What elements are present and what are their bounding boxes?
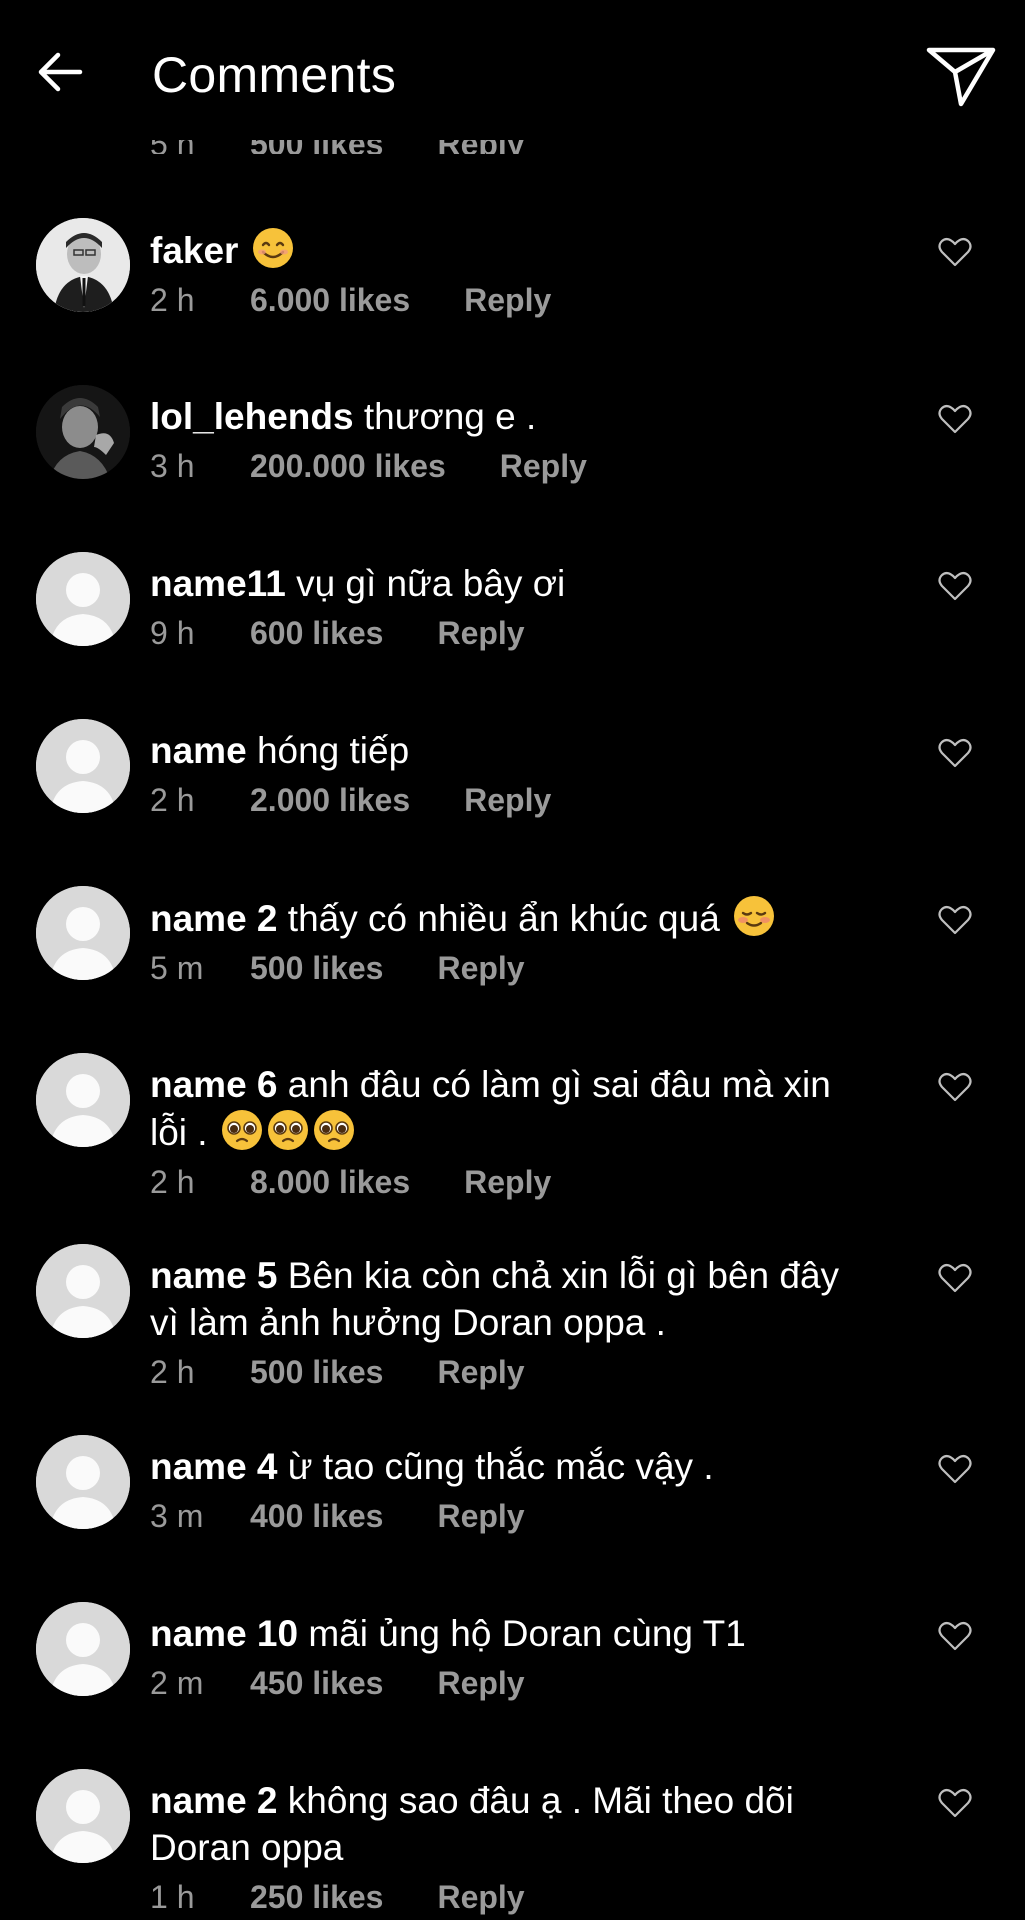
like-heart-icon[interactable] [937, 1071, 973, 1103]
reply-button[interactable]: Reply [464, 1164, 551, 1201]
reply-button[interactable]: Reply [437, 950, 524, 987]
comment-username[interactable]: name 2 [150, 1780, 278, 1821]
like-heart-icon[interactable] [937, 570, 973, 602]
avatar[interactable] [36, 1435, 130, 1529]
smiling-face-icon [252, 228, 293, 268]
comment-text: thấy có nhiều ẩn khúc quá [287, 898, 720, 939]
pleading-face-icon [221, 1110, 262, 1150]
comment-time: 2 h [150, 1163, 195, 1200]
comment-time: 1 h [150, 1878, 195, 1915]
default-avatar-icon [36, 552, 130, 646]
comment-time: 5 m [150, 949, 204, 986]
likes-count[interactable]: 500 likes [250, 950, 383, 987]
reply-button[interactable]: Reply [437, 1879, 524, 1916]
like-heart-icon[interactable] [937, 904, 973, 936]
like-heart-icon[interactable] [937, 1787, 973, 1819]
avatar[interactable] [36, 1602, 130, 1696]
reply-button[interactable]: Reply [464, 782, 551, 819]
pleading-face-icon [313, 1110, 354, 1150]
share-button[interactable] [921, 36, 1001, 116]
comment-username[interactable]: name 5 [150, 1255, 278, 1296]
comment-username[interactable]: name11 [150, 563, 286, 604]
avatar[interactable] [36, 218, 130, 312]
likes-count[interactable]: 450 likes [250, 1665, 383, 1702]
likes-count[interactable]: 600 likes [250, 615, 383, 652]
like-heart-icon[interactable] [937, 236, 973, 268]
comment-username[interactable]: name 4 [150, 1446, 278, 1487]
comment-text: vụ gì nữa bây ơi [296, 563, 566, 604]
comment-time: 2 h [150, 281, 195, 318]
reply-button[interactable]: Reply [464, 282, 551, 319]
arrow-left-icon [38, 52, 83, 92]
comment-text: ừ tao cũng thắc mắc vậy . [287, 1446, 714, 1487]
comment-username[interactable]: name 2 [150, 898, 278, 939]
default-avatar-icon [36, 1435, 130, 1529]
avatar[interactable] [36, 886, 130, 980]
comment-text: thương e . [363, 396, 537, 437]
comment-time: 2 h [150, 1353, 195, 1390]
comment-time: 9 h [150, 614, 195, 651]
like-heart-icon[interactable] [937, 1453, 973, 1485]
likes-count[interactable]: 250 likes [250, 1879, 383, 1916]
comment-username[interactable]: faker [150, 230, 238, 271]
comment-time: 2 h [150, 781, 195, 818]
likes-count[interactable]: 6.000 likes [250, 282, 410, 319]
page-title: Comments [152, 47, 397, 103]
like-heart-icon[interactable] [937, 1620, 973, 1652]
comment-time: 2 m [150, 1664, 204, 1701]
default-avatar-icon [36, 1053, 130, 1147]
pleading-face-icon [267, 1110, 308, 1150]
comment-time: 3 h [150, 447, 195, 484]
likes-count[interactable]: 2.000 likes [250, 782, 410, 819]
comment-text: mãi ủng hộ Doran cùng T1 [308, 1613, 746, 1654]
blushing-face-icon [734, 896, 775, 936]
comment-username[interactable]: lol_lehends [150, 396, 354, 437]
reply-button[interactable]: Reply [437, 1665, 524, 1702]
comment-username[interactable]: name 10 [150, 1613, 298, 1654]
likes-count[interactable]: 8.000 likes [250, 1164, 410, 1201]
like-heart-icon[interactable] [937, 403, 973, 435]
top-bar: Comments [0, 0, 1025, 140]
paper-plane-icon [926, 47, 996, 107]
avatar[interactable] [36, 385, 130, 479]
default-avatar-icon [36, 1244, 130, 1338]
likes-count[interactable]: 400 likes [250, 1498, 383, 1535]
reply-button[interactable]: Reply [437, 1354, 524, 1391]
default-avatar-icon [36, 719, 130, 813]
likes-count[interactable]: 200.000 likes [250, 448, 446, 485]
comment-username[interactable]: name [150, 730, 247, 771]
comment-username[interactable]: name 6 [150, 1064, 278, 1105]
like-heart-icon[interactable] [937, 737, 973, 769]
avatar[interactable] [36, 1244, 130, 1338]
default-avatar-icon [36, 1602, 130, 1696]
default-avatar-icon [36, 886, 130, 980]
comment-text: hóng tiếp [256, 730, 410, 771]
comment-time: 3 m [150, 1497, 204, 1534]
likes-count[interactable]: 500 likes [250, 1354, 383, 1391]
reply-button[interactable]: Reply [437, 615, 524, 652]
avatar[interactable] [36, 552, 130, 646]
like-heart-icon[interactable] [937, 1262, 973, 1294]
avatar[interactable] [36, 719, 130, 813]
reply-button[interactable]: Reply [500, 448, 587, 485]
back-button[interactable] [28, 40, 92, 104]
avatar[interactable] [36, 1053, 130, 1147]
avatar[interactable] [36, 1769, 130, 1863]
default-avatar-icon [36, 1769, 130, 1863]
reply-button[interactable]: Reply [437, 1498, 524, 1535]
